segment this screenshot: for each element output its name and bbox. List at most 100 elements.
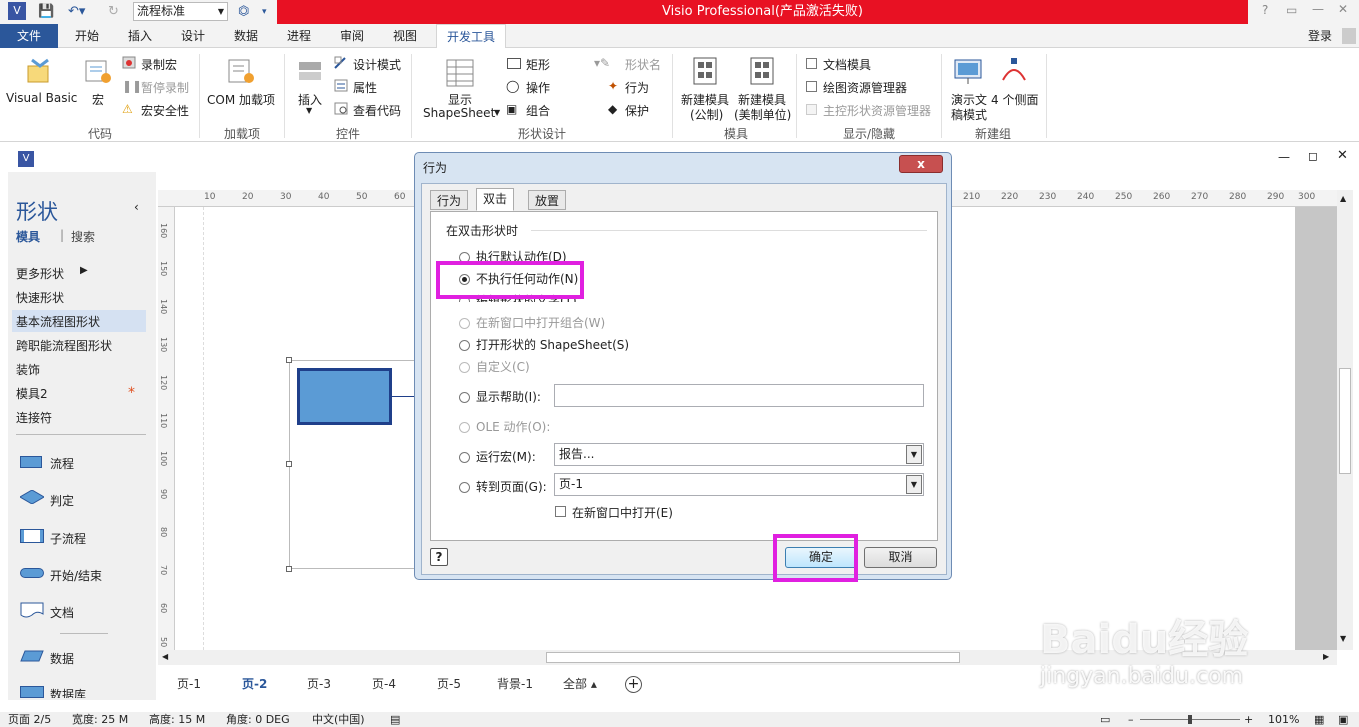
shape-start-end[interactable]: 开始/结束: [50, 567, 102, 584]
page-tab-background[interactable]: 背景-1: [497, 675, 533, 692]
terminator-shape-icon[interactable]: [20, 568, 44, 578]
zoom-in-icon[interactable]: +: [1244, 712, 1253, 727]
option-shapesheet[interactable]: 打开形状的 ShapeSheet(S): [459, 336, 629, 353]
undo-icon[interactable]: ↶▾: [68, 3, 85, 21]
ribbon-display-icon[interactable]: ▭: [1286, 3, 1297, 17]
menu-data[interactable]: 数据: [224, 24, 268, 48]
tab-double-click[interactable]: 双击: [476, 188, 515, 211]
tab-search[interactable]: 搜索: [71, 228, 95, 245]
presentation-icon[interactable]: ▭: [1100, 712, 1110, 727]
design-mode-button[interactable]: 设计模式: [353, 56, 401, 73]
menu-insert[interactable]: 插入: [118, 24, 162, 48]
help-icon[interactable]: ?: [430, 548, 448, 566]
nav-quick-shapes[interactable]: 快速形状: [16, 289, 64, 306]
shape-subprocess[interactable]: 子流程: [50, 530, 86, 547]
rectangle-button[interactable]: 矩形: [526, 56, 550, 73]
cancel-button[interactable]: 取消: [864, 547, 937, 568]
selection-handle[interactable]: [286, 566, 292, 572]
document-shape-icon[interactable]: [20, 602, 44, 618]
macro-record-icon[interactable]: ▤: [390, 712, 400, 727]
visio-app-icon[interactable]: V: [8, 2, 26, 20]
status-zoom[interactable]: 101%: [1268, 712, 1299, 727]
menu-review[interactable]: 审阅: [330, 24, 374, 48]
save-icon[interactable]: 💾: [38, 3, 54, 21]
view-code-button[interactable]: 查看代码: [353, 102, 401, 119]
option-run-macro[interactable]: 运行宏(M):: [459, 448, 536, 465]
data-shape-icon[interactable]: [20, 650, 44, 662]
collapse-pane-icon[interactable]: ‹: [134, 200, 139, 214]
pause-record-button[interactable]: 暂停录制: [141, 79, 189, 96]
four-sides-button[interactable]: 4 个侧面: [991, 91, 1038, 108]
chevron-down-icon[interactable]: ▼: [906, 445, 922, 464]
option-show-help[interactable]: 显示帮助(I):: [459, 388, 541, 405]
tab-behavior[interactable]: 行为: [430, 190, 469, 210]
zoom-slider-thumb[interactable]: [1188, 715, 1192, 724]
scroll-left-icon[interactable]: ◀: [162, 652, 168, 661]
page-tab-1[interactable]: 页-1: [177, 675, 201, 692]
selection-handle[interactable]: [286, 461, 292, 467]
page-tab-3[interactable]: 页-3: [307, 675, 331, 692]
radio-open-group[interactable]: [459, 318, 470, 329]
doc-stencil-checkbox[interactable]: [806, 58, 817, 69]
minimize-icon[interactable]: —: [1312, 2, 1324, 16]
radio-macro[interactable]: [459, 452, 470, 463]
shape-document[interactable]: 文档: [50, 604, 74, 621]
horizontal-scroll-thumb[interactable]: [546, 652, 960, 663]
dialog-close-button[interactable]: x: [899, 155, 943, 173]
tab-placement[interactable]: 放置: [528, 190, 567, 210]
tab-stencils[interactable]: 模具: [16, 228, 40, 245]
doc-minimize-icon[interactable]: —: [1278, 150, 1290, 164]
menu-home[interactable]: 开始: [65, 24, 109, 48]
option-open-group[interactable]: 在新窗口中打开组合(W): [459, 314, 605, 331]
macro-security-button[interactable]: 宏安全性: [141, 102, 189, 119]
vertical-scroll-thumb[interactable]: [1339, 368, 1351, 474]
nav-more-shapes[interactable]: 更多形状: [16, 265, 64, 282]
radio-custom[interactable]: [459, 362, 470, 373]
zoom-out-icon[interactable]: –: [1128, 712, 1134, 727]
open-new-window-checkbox[interactable]: [555, 506, 566, 517]
qat-more-icon[interactable]: ▾: [262, 3, 267, 21]
redo-icon[interactable]: ↻: [108, 3, 119, 21]
chevron-down-icon[interactable]: ▼: [906, 475, 922, 494]
properties-button[interactable]: 属性: [353, 79, 377, 96]
shape-process[interactable]: 流程: [50, 455, 74, 472]
database-shape-icon[interactable]: [20, 686, 44, 698]
page-tab-all[interactable]: 全部 ▴: [563, 675, 597, 692]
selection-handle[interactable]: [286, 357, 292, 363]
shape-decision[interactable]: 判定: [50, 492, 74, 509]
option-goto-page[interactable]: 转到页面(G):: [459, 478, 547, 495]
protect-button[interactable]: 保护: [625, 102, 649, 119]
doc-restore-icon[interactable]: ◻: [1308, 149, 1318, 163]
subprocess-shape-icon[interactable]: [20, 529, 44, 543]
drawing-explorer-checkbox[interactable]: [806, 81, 817, 92]
page-tab-4[interactable]: 页-4: [372, 675, 396, 692]
macro-select[interactable]: 报告... ▼: [554, 443, 924, 466]
option-ole[interactable]: OLE 动作(O):: [459, 418, 550, 435]
add-page-icon[interactable]: +: [625, 676, 642, 693]
nav-stencil2[interactable]: 模具2: [16, 385, 48, 402]
close-icon[interactable]: ✕: [1338, 2, 1348, 16]
nav-decoration[interactable]: 装饰: [16, 361, 40, 378]
macros-button[interactable]: 宏: [92, 91, 104, 108]
customize-icon[interactable]: ⏣: [238, 3, 249, 21]
radio-goto[interactable]: [459, 482, 470, 493]
page-tab-2[interactable]: 页-2: [242, 675, 267, 692]
record-macro-button[interactable]: 录制宏: [141, 56, 177, 73]
com-addins-button[interactable]: COM 加载项: [207, 91, 275, 108]
shape-data[interactable]: 数据: [50, 650, 74, 667]
status-page[interactable]: 页面 2/5: [8, 712, 51, 727]
status-language[interactable]: 中文(中国): [312, 712, 365, 727]
operations-button[interactable]: 操作: [526, 79, 550, 96]
shape-name-button[interactable]: 形状名: [625, 56, 661, 73]
doc-close-icon[interactable]: ✕: [1337, 148, 1348, 163]
nav-connectors[interactable]: 连接符: [16, 409, 52, 426]
shape-database[interactable]: 数据库: [50, 686, 86, 698]
help-icon[interactable]: ?: [1262, 3, 1268, 17]
radio-ole[interactable]: [459, 422, 470, 433]
document-icon[interactable]: V: [18, 151, 34, 167]
decision-shape-icon[interactable]: [20, 490, 44, 504]
fit-page-icon[interactable]: ▦: [1314, 712, 1324, 727]
menu-design[interactable]: 设计: [171, 24, 215, 48]
group-shapes-button[interactable]: 组合: [526, 102, 550, 119]
menu-file[interactable]: 文件: [0, 24, 58, 48]
